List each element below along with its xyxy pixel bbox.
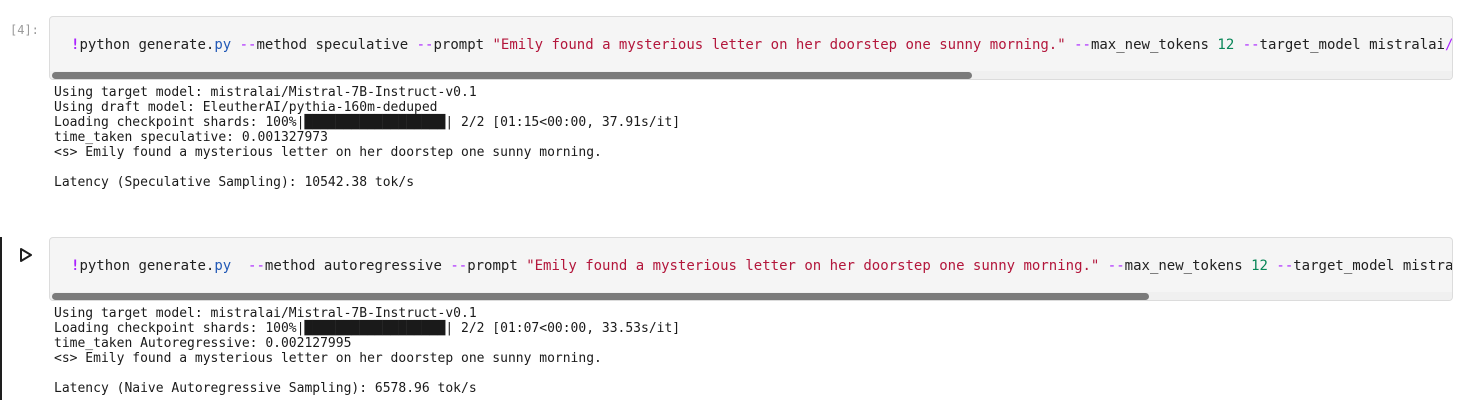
horizontal-scrollbar[interactable] — [50, 292, 1452, 300]
prompt-arg: prompt — [433, 37, 493, 53]
output-line: time_taken Autoregressive: 0.002127995 — [54, 336, 352, 351]
latency-line: Latency (Naive Autoregressive Sampling):… — [54, 381, 477, 396]
option-dash: -- — [416, 37, 434, 53]
cell-output: Using target model: mistralai/Mistral-7B… — [54, 85, 680, 190]
code-line: !python generate.py --method speculative… — [71, 36, 1453, 54]
output-line: Using target model: mistralai/Mistral-7B… — [54, 306, 477, 321]
output-line: time_taken speculative: 0.001327973 — [54, 130, 328, 145]
option-dash: -- — [1107, 258, 1125, 274]
tokens-arg: max_new_tokens — [1090, 37, 1218, 53]
prompt-arg: prompt — [467, 258, 527, 274]
target-arg: target_model mistral — [1293, 258, 1453, 274]
option-dash: -- — [1074, 37, 1091, 53]
code-line: !python generate.py --method autoregress… — [71, 257, 1453, 275]
code-input[interactable]: !python generate.py --method speculative… — [49, 16, 1453, 80]
prompt-string: "Emily found a mysterious letter on her … — [492, 37, 1066, 53]
horizontal-scrollbar[interactable] — [50, 71, 1452, 79]
active-cell-indicator — [0, 237, 2, 400]
option-dash: -- — [1242, 37, 1260, 53]
command-text: python generate — [79, 37, 206, 53]
output-line: Using draft model: EleutherAI/pythia-160… — [54, 100, 438, 115]
notebook-cell-1[interactable]: [4]: !python generate.py --method specul… — [0, 0, 1460, 200]
play-icon[interactable] — [18, 247, 34, 263]
cell-output: Using target model: mistralai/Mistral-7B… — [54, 306, 680, 396]
method-arg: method autoregressive — [264, 258, 451, 274]
option-dash: -- — [450, 258, 468, 274]
option-dash: -- — [239, 37, 257, 53]
output-line: <s> Emily found a mysterious letter on h… — [54, 351, 602, 366]
notebook-cell-2[interactable]: !python generate.py --method autoregress… — [0, 200, 1460, 400]
file-ext: py — [214, 258, 232, 274]
output-line: Using target model: mistralai/Mistral-7B… — [54, 85, 477, 100]
tokens-arg: max_new_tokens — [1124, 258, 1252, 274]
execution-count: [4]: — [10, 23, 39, 37]
prompt-string: "Emily found a mysterious letter on her … — [526, 258, 1100, 274]
progress-line: Loading checkpoint shards: 100%|████████… — [54, 115, 681, 130]
command-text: python generate — [79, 258, 206, 274]
progress-line: Loading checkpoint shards: 100%|████████… — [54, 321, 681, 336]
target-arg: target_model mistralai — [1259, 37, 1445, 53]
file-ext: py — [214, 37, 232, 53]
scrollbar-thumb[interactable] — [52, 72, 972, 79]
option-dash: -- — [248, 258, 265, 274]
method-arg: method speculative — [256, 37, 417, 53]
scrollbar-thumb[interactable] — [52, 293, 1149, 300]
tokens-value: 12 — [1217, 37, 1235, 53]
latency-line: Latency (Speculative Sampling): 10542.38… — [54, 175, 415, 190]
path-slash: / — [1444, 37, 1453, 53]
output-line: <s> Emily found a mysterious letter on h… — [54, 145, 602, 160]
code-input[interactable]: !python generate.py --method autoregress… — [49, 237, 1453, 301]
option-dash: -- — [1276, 258, 1294, 274]
tokens-value: 12 — [1251, 258, 1268, 274]
